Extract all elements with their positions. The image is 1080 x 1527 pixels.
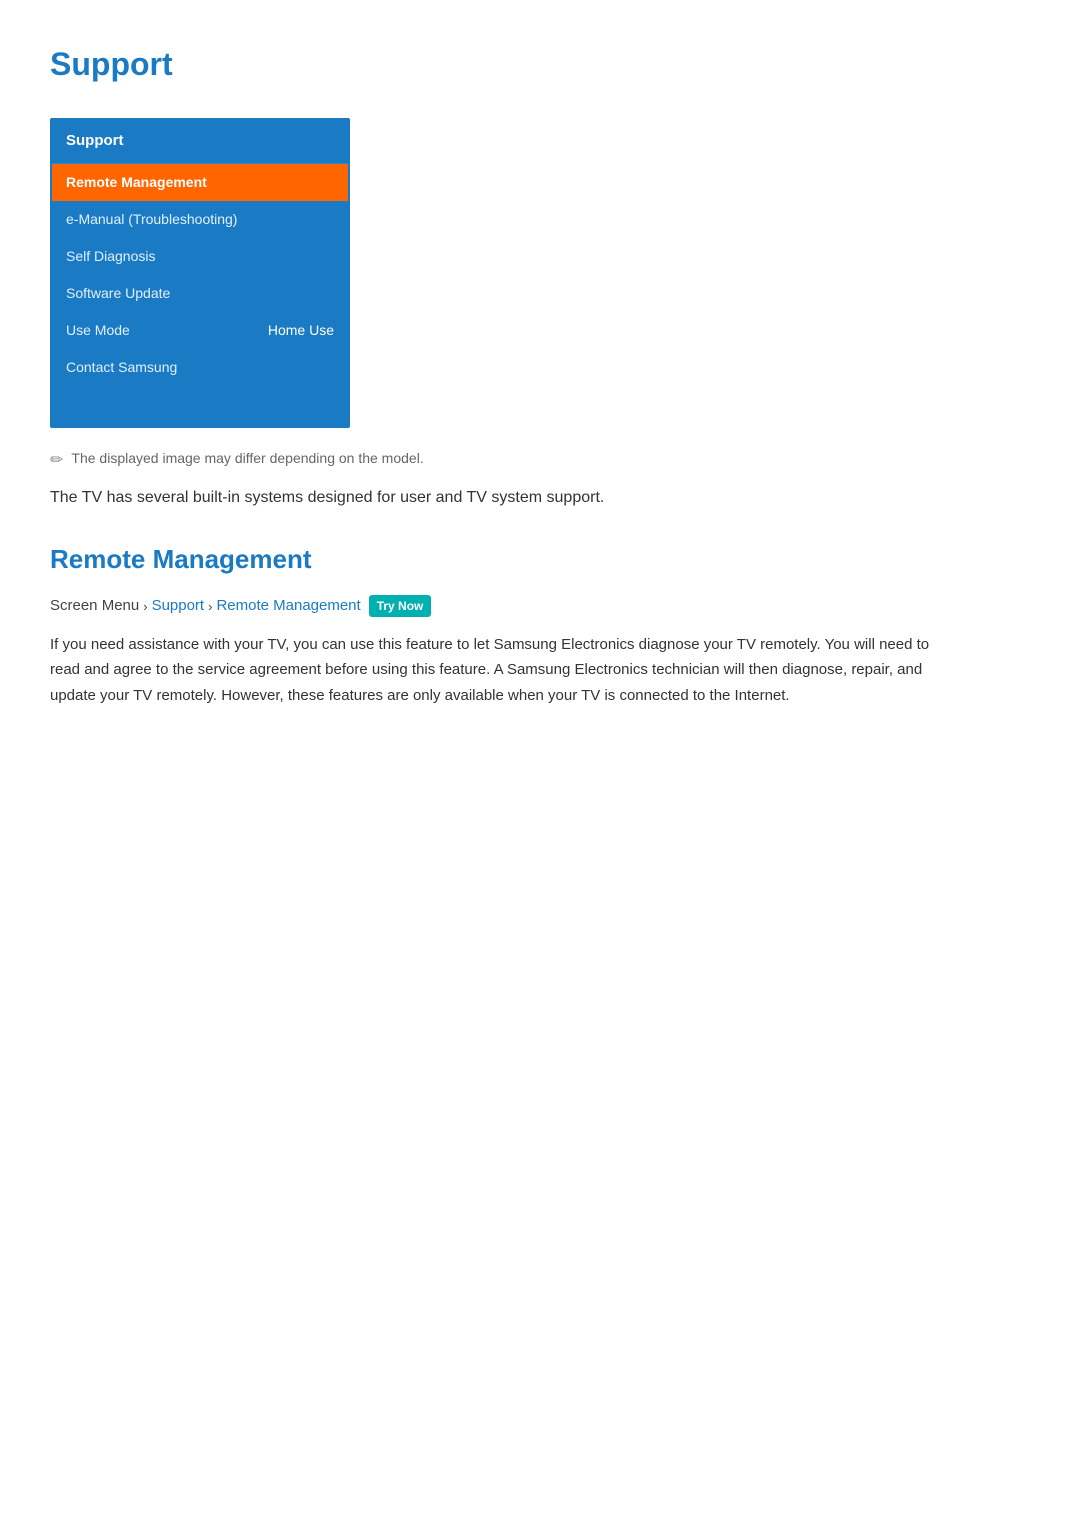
menu-box: Support Remote Management e-Manual (Trou… bbox=[50, 118, 350, 428]
breadcrumb-link-support[interactable]: Support bbox=[152, 595, 205, 618]
menu-item-software-update[interactable]: Software Update bbox=[52, 275, 348, 312]
menu-item-use-mode[interactable]: Use Mode Home Use bbox=[52, 312, 348, 349]
note-line: ✏ The displayed image may differ dependi… bbox=[50, 448, 1030, 473]
intro-text: The TV has several built-in systems desi… bbox=[50, 485, 1030, 511]
menu-item-emanual[interactable]: e-Manual (Troubleshooting) bbox=[52, 201, 348, 238]
section-description: If you need assistance with your TV, you… bbox=[50, 632, 950, 709]
menu-item-self-diagnosis[interactable]: Self Diagnosis bbox=[52, 238, 348, 275]
breadcrumb-link-remote-management[interactable]: Remote Management bbox=[216, 595, 360, 618]
menu-spacer bbox=[52, 386, 348, 426]
menu-header: Support bbox=[52, 120, 348, 164]
menu-item-remote-management[interactable]: Remote Management bbox=[52, 164, 348, 201]
breadcrumb-sep2: › bbox=[208, 597, 212, 617]
breadcrumb-prefix: Screen Menu bbox=[50, 595, 139, 618]
section-title: Remote Management bbox=[50, 540, 1030, 579]
try-now-badge[interactable]: Try Now bbox=[369, 595, 432, 617]
breadcrumb: Screen Menu › Support › Remote Managemen… bbox=[50, 595, 1030, 618]
note-text: The displayed image may differ depending… bbox=[71, 448, 423, 469]
page-title: Support bbox=[50, 40, 1030, 88]
breadcrumb-sep1: › bbox=[143, 597, 147, 617]
menu-item-contact-samsung[interactable]: Contact Samsung bbox=[52, 349, 348, 386]
pencil-icon: ✏ bbox=[50, 449, 63, 473]
